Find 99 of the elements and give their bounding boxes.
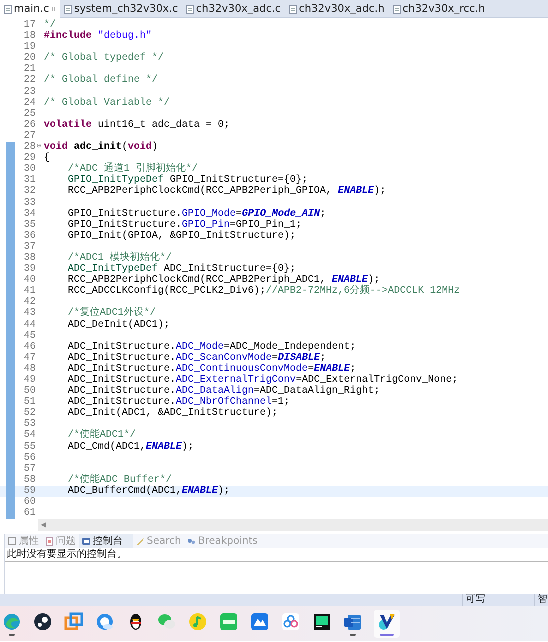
line-number: 21 xyxy=(22,64,37,76)
line-number: 43 xyxy=(22,308,37,320)
file-icon xyxy=(289,4,298,14)
line-number: 50 xyxy=(22,386,37,398)
tab-icon xyxy=(82,536,91,546)
panel-tab[interactable]: Breakpoints xyxy=(184,534,261,548)
line-number: 61 xyxy=(22,508,37,519)
line-number: 27 xyxy=(22,130,37,142)
line-number: 37 xyxy=(22,242,37,253)
code-line: { xyxy=(43,153,50,164)
code-line: GPIO_InitStructure.GPIO_Mode=GPIO_Mode_AIN; xyxy=(67,208,326,220)
taskbar-app-icon[interactable] xyxy=(374,610,400,638)
file-icon xyxy=(392,4,401,14)
code-line: /* Global Variable */ xyxy=(43,98,170,109)
code-line: ADC_InitStructure.ADC_ContinuousConvMode=ENABLE; xyxy=(67,364,356,375)
panel-tab[interactable]: 控制台 ⌗ xyxy=(79,534,133,548)
line-number: 34 xyxy=(22,208,37,220)
file-icon xyxy=(186,4,194,14)
code-line: ADC_InitStructure.ADC_ScanConvMode=DISABLE; xyxy=(67,352,326,364)
code-line: ADC_InitStructure.ADC_ExternalTrigConv=ADC_ExternalTrigConv_None; xyxy=(67,375,458,386)
code-line: /*使能ADC Buffer*/ xyxy=(67,474,172,486)
line-number: 17 xyxy=(22,20,37,31)
line-number: 41 xyxy=(22,286,37,298)
code-line: ADC_Cmd(ADC1,ENABLE); xyxy=(67,442,194,453)
line-number: 29 xyxy=(22,153,37,164)
code-line: #include "debug.h" xyxy=(43,31,152,42)
code-line: */ xyxy=(43,20,56,31)
code-line: volatile uint16_t adc_data = 0; xyxy=(43,120,230,131)
line-number: 49 xyxy=(22,375,37,386)
line-number: 22 xyxy=(22,75,37,87)
close-icon[interactable]: ⌗ xyxy=(125,535,130,547)
line-number: 26 xyxy=(22,120,37,131)
editor-tab[interactable]: ch32v30x_adc.h xyxy=(285,0,389,18)
line-number: 40 xyxy=(22,275,37,286)
console-message: 此时没有要显示的控制台。 xyxy=(5,548,548,562)
code-line: RCC_ADCCLKConfig(RCC_PCLK2_Div6);//APB2-72MHz,6分频-->ADCCLK 12MHz xyxy=(67,286,460,298)
line-number: 44 xyxy=(22,320,37,331)
line-number: 59 xyxy=(22,486,37,497)
line-number: 52 xyxy=(22,408,37,420)
line-number: 33 xyxy=(22,198,37,209)
line-number: 24 xyxy=(22,98,37,109)
line-number: 42 xyxy=(22,297,37,308)
line-number: 45 xyxy=(22,330,37,342)
tab-icon xyxy=(45,536,54,546)
editor-tab[interactable]: ch32v30x_rcc.h xyxy=(388,0,490,18)
close-icon[interactable]: ⌗ xyxy=(51,0,56,18)
line-number: 18 xyxy=(22,31,37,42)
line-number: 32 xyxy=(22,186,37,198)
code-line: ADC_DeInit(ADC1); xyxy=(67,320,170,331)
line-number: 25 xyxy=(22,108,37,120)
editor-tab[interactable]: system_ch32v30x.c xyxy=(60,0,182,18)
line-number: 28 xyxy=(22,142,37,154)
code-line: ADC_InitTypeDef ADC_InitStructure={0}; xyxy=(67,264,296,276)
code-line: void adc_init(void) xyxy=(43,142,158,154)
line-number: 60 xyxy=(22,497,37,508)
line-number: 53 xyxy=(22,419,37,430)
code-line: GPIO_InitTypeDef GPIO_InitStructure={0}; xyxy=(67,175,308,186)
file-icon xyxy=(64,4,72,14)
tab-icon xyxy=(187,536,196,546)
line-number: 58 xyxy=(22,474,37,486)
tab-icon xyxy=(136,536,145,546)
panel-tab[interactable]: 问题 xyxy=(42,534,79,548)
line-number: 30 xyxy=(22,164,37,176)
panel-tab[interactable]: Search xyxy=(133,534,184,548)
line-number: 36 xyxy=(22,230,37,242)
line-number: 47 xyxy=(22,352,37,364)
line-number: 23 xyxy=(22,86,37,98)
line-number: 39 xyxy=(22,264,37,276)
code-line: /* Global typedef */ xyxy=(43,53,164,64)
line-number: 20 xyxy=(22,53,37,64)
code-line: GPIO_InitStructure.GPIO_Pin=GPIO_Pin_1; xyxy=(67,220,302,231)
editor-tab[interactable]: main.c ⌗ xyxy=(0,0,60,18)
code-line: RCC_APB2PeriphClockCmd(RCC_APB2Periph_GPIOA, ENABLE); xyxy=(67,186,386,198)
line-number: 54 xyxy=(22,430,37,442)
code-line: /*ADC 通道1 引脚初始化*/ xyxy=(67,164,198,176)
code-line: GPIO_Init(GPIOA, &GPIO_InitStructure); xyxy=(67,230,296,242)
line-number: 19 xyxy=(22,42,37,54)
code-line: /*复位ADC1外设*/ xyxy=(67,308,156,320)
code-line: /*ADC1 模块初始化*/ xyxy=(67,252,172,264)
code-line: ADC_Init(ADC1, &ADC_InitStructure); xyxy=(67,408,278,420)
code-line: ADC_InitStructure.ADC_DataAlign=ADC_DataAlign_Right; xyxy=(67,386,380,398)
tab-icon xyxy=(8,536,17,546)
line-number: 55 xyxy=(22,442,37,453)
line-number: 31 xyxy=(22,175,37,186)
file-icon xyxy=(4,4,12,14)
editor-tab[interactable]: ch32v30x_adc.c xyxy=(182,0,286,18)
line-number: 38 xyxy=(22,252,37,264)
code-line: /*使能ADC1*/ xyxy=(67,430,136,442)
line-number: 35 xyxy=(22,220,37,231)
panel-tab[interactable]: 属性 xyxy=(5,534,42,548)
line-number: 56 xyxy=(22,452,37,464)
code-line: /* Global define */ xyxy=(43,75,158,87)
code-line: ADC_InitStructure.ADC_Mode=ADC_Mode_Independent; xyxy=(67,342,356,353)
line-number: 48 xyxy=(22,364,37,375)
line-number: 57 xyxy=(22,464,37,475)
line-number: 46 xyxy=(22,342,37,353)
line-number: 51 xyxy=(22,397,37,408)
code-line: ADC_BufferCmd(ADC1,ENABLE); xyxy=(67,486,230,498)
code-line: ADC_InitStructure.ADC_NbrOfChannel=1; xyxy=(67,397,290,408)
